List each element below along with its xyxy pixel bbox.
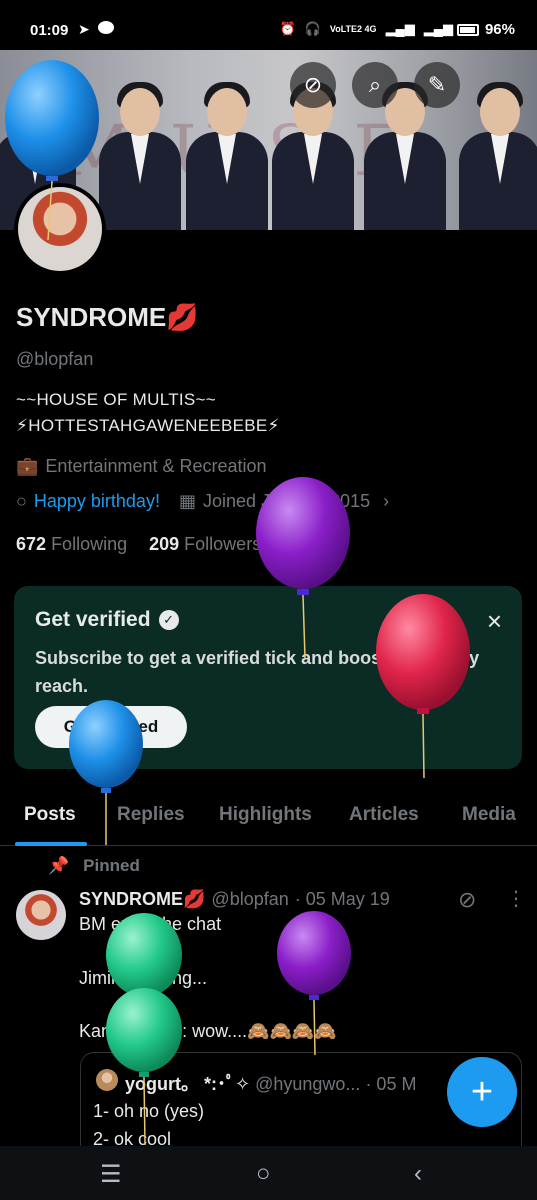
purple-balloon-icon [256, 477, 350, 659]
blue-balloon-icon [69, 700, 143, 845]
purple-balloon-icon [277, 911, 351, 1056]
birthday-balloons-overlay [5, 60, 470, 1146]
green-balloon-icon [106, 988, 182, 1146]
red-balloon-icon [376, 594, 470, 779]
blue-balloon-icon [5, 60, 99, 241]
